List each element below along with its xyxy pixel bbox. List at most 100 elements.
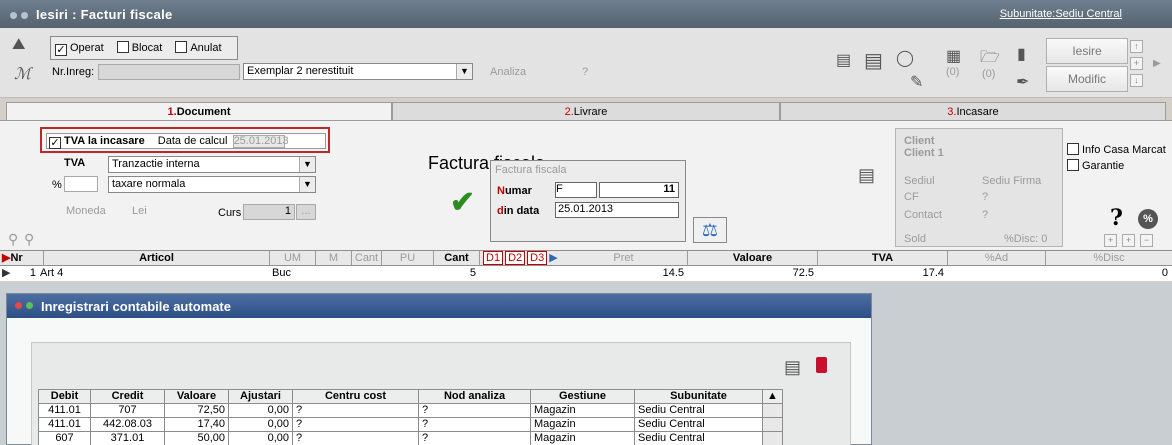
operat-checkbox[interactable]: ✓ Operat [55,42,104,56]
printer-icon[interactable]: ▤ [784,357,801,378]
col-disc[interactable]: %Disc [1046,251,1172,266]
car-icon[interactable]: ⛰ [12,36,25,54]
col-debit[interactable]: Debit [38,389,91,404]
col-cant-corelat[interactable]: Cant corelat [352,251,382,266]
lightbulb-icon[interactable]: ◯ [896,48,914,68]
printer-icon[interactable]: ▤ [864,48,883,73]
restore-dot-icon[interactable] [26,302,33,309]
col-d3[interactable]: D3 [527,251,548,265]
col-mcorelat[interactable]: M corelat [316,251,352,266]
moneda-value[interactable]: Lei [132,205,147,217]
calculator-icon[interactable]: ▦ [946,46,961,66]
anulat-checkbox[interactable]: Anulat [175,41,222,54]
add-row-icon[interactable]: + [1104,234,1117,247]
edit-note-icon[interactable]: ✎ [910,72,923,92]
nrinreg-field[interactable] [98,64,240,80]
percent-field[interactable] [64,176,98,192]
modific-button[interactable]: Modific [1046,66,1128,92]
col-pret[interactable]: Pret [560,251,688,266]
col-um[interactable]: UM [270,251,316,266]
col-nr[interactable]: ▶Nr [0,251,44,266]
col-tva[interactable]: TVA [818,251,948,266]
expand-columns-icon[interactable]: ▶ [549,252,557,264]
client-name[interactable]: Client 1 [904,147,944,159]
cell-pret[interactable]: 14.5 [560,266,686,281]
col-nod-analiza[interactable]: Nod analiza [418,389,531,404]
toolbar: ⛰ ℳ ✓ Operat Blocat Anulat Nr.Inreg: Exem… [0,28,1172,98]
arrow-up-icon[interactable]: ↑ [1130,40,1143,53]
expand-arrow-icon[interactable]: ▶ [1153,58,1161,69]
scrollbar-track[interactable] [762,417,783,432]
documents-icon[interactable]: ▤ [836,50,851,70]
pen-icon[interactable]: ✒ [1016,72,1029,92]
exit-door-icon[interactable] [816,357,827,373]
garantie-checkbox[interactable]: Garantie [1067,159,1124,172]
printer-icon[interactable]: ▤ [858,165,875,186]
scale-icon[interactable]: ⚖ [693,217,727,243]
cell-articol[interactable]: Art 4 [40,266,240,281]
search-icon[interactable]: ⚲ [8,231,18,248]
chevron-down-icon: ▼ [299,177,315,192]
cell-subunitate: Sediu Central [634,417,763,432]
info-casa-checkbox[interactable]: Info Casa Marcat [1067,143,1166,156]
table-row[interactable]: 411.01 442.08.03 17,40 0,00 ? ? Magazin … [38,417,783,432]
window-controls[interactable] [10,10,32,22]
data-calcul-field[interactable]: 25.01.2013 [232,135,289,148]
tab-document[interactable]: 1.Document [6,102,392,121]
blocat-checkbox[interactable]: Blocat [116,41,162,54]
numar-field[interactable]: 11 [599,182,679,198]
numar-label-first: N [497,185,505,197]
phone-icon[interactable]: ▮ [1017,44,1026,64]
scroll-up-icon[interactable]: ▲ [762,389,783,404]
search-advanced-icon[interactable]: ⚲ [24,231,34,248]
tab-incasare[interactable]: 3.Incasare [780,102,1166,121]
tab-document-label: Document [176,106,231,118]
tva-select[interactable]: Tranzactie interna ▼ [108,156,316,173]
col-d2[interactable]: D2 [505,251,526,265]
signature-m-icon[interactable]: ℳ [14,64,31,83]
remove-icon[interactable]: − [1140,234,1153,247]
cell-cant[interactable]: 5 [434,266,478,281]
col-credit[interactable]: Credit [90,389,165,404]
cell-um: Buc [272,267,291,279]
col-ajustari[interactable]: Ajustari [228,389,293,404]
plus-icon[interactable]: + [1130,57,1143,70]
curs-button[interactable]: ... [296,204,316,220]
confirm-check-icon[interactable]: ✔ [450,185,475,220]
table-row[interactable]: ▶ 1 Art 4 Buc 5 14.5 72.5 17.4 0 [0,266,1172,282]
col-centru-cost[interactable]: Centru cost [292,389,419,404]
col-d1[interactable]: D1 [483,251,504,265]
add-icon[interactable]: + [1122,234,1135,247]
iesire-button[interactable]: Iesire [1046,38,1128,64]
taxare-select[interactable]: taxare normala ▼ [108,176,316,193]
col-articol[interactable]: Articol [44,251,270,266]
sediul-value: Sediu Firma [982,175,1042,187]
numar-series-field[interactable]: F [555,182,597,198]
col-valoare[interactable]: Valoare [164,389,229,404]
subunit-link[interactable]: Subunitate:Sediu Central [1000,8,1122,20]
tva-label: TVA [64,157,86,169]
percent-icon[interactable]: % [1138,209,1158,229]
arrow-down-icon[interactable]: ↓ [1130,74,1143,87]
exemplar-select[interactable]: Exemplar 2 nerestituit ▼ [243,63,473,80]
col-valoare[interactable]: Valoare [688,251,818,266]
col-subunitate[interactable]: Subunitate [634,389,763,404]
table-row[interactable]: 411.01 707 72,50 0,00 ? ? Magazin Sediu … [38,403,783,418]
tab-livrare[interactable]: 2.Livrare [392,102,780,121]
help-icon[interactable]: ? [1110,205,1123,231]
chevron-down-icon: ▼ [299,157,315,172]
data-field[interactable]: 25.01.2013 [555,202,679,218]
table-row[interactable]: 607 371.01 50,00 0,00 ? ? Magazin Sediu … [38,431,783,445]
tva-incasare-checkbox[interactable]: ✓ [49,137,61,149]
col-cant[interactable]: Cant [434,251,480,266]
curs-field[interactable]: 1 [243,204,295,220]
scrollbar-track[interactable] [762,431,783,445]
cell-disc[interactable]: 0 [1046,266,1170,281]
info-casa-label: Info Casa Marcat [1082,144,1166,156]
cell-nod-analiza: ? [418,431,531,445]
col-ad[interactable]: %Ad [948,251,1046,266]
col-pu-corelat[interactable]: PU corelat [382,251,434,266]
col-gestiune[interactable]: Gestiune [530,389,635,404]
close-dot-icon[interactable] [15,302,22,309]
scrollbar-track[interactable] [762,403,783,418]
